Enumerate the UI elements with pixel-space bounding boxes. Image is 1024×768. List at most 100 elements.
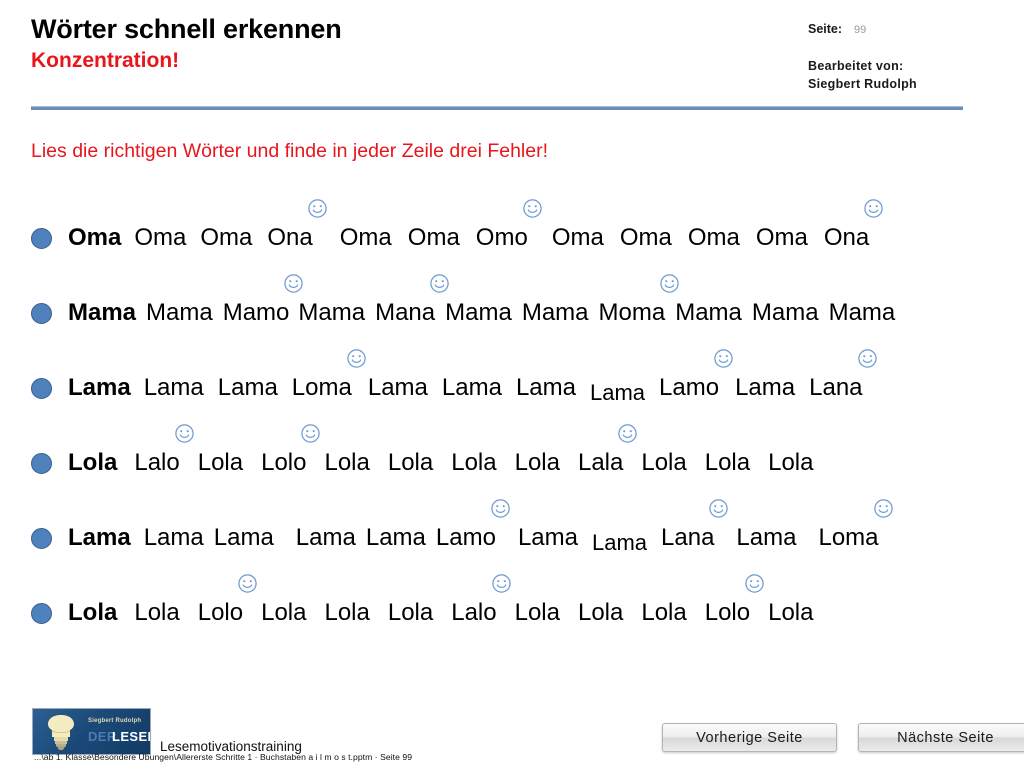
word[interactable]: Lama	[68, 374, 131, 402]
word[interactable]: Oma	[620, 224, 672, 252]
word[interactable]: Mama	[445, 299, 512, 327]
word[interactable]: Mama	[829, 299, 896, 327]
word[interactable]: Lama	[144, 374, 204, 402]
word[interactable]: Lama	[736, 524, 796, 552]
word[interactable]: Lola	[324, 449, 369, 477]
word[interactable]: Lola	[68, 449, 117, 477]
word[interactable]: Lola	[705, 449, 750, 477]
word[interactable]: Lola	[641, 599, 686, 627]
word-error[interactable]: Lolo	[261, 423, 321, 477]
word[interactable]: Lola	[451, 449, 496, 477]
smiley-icon	[873, 498, 893, 518]
word[interactable]: Lola	[134, 599, 179, 627]
smiley-icon	[284, 273, 304, 293]
word-error[interactable]: Lana	[661, 498, 729, 552]
page-number-value: 99	[854, 24, 867, 36]
word-error[interactable]: Lolo	[198, 573, 257, 627]
word-error[interactable]: Lana	[809, 348, 877, 402]
word[interactable]: Lama	[592, 530, 647, 556]
chef-hat-lightbulb-icon	[48, 715, 74, 750]
row-bullet	[31, 228, 52, 249]
word[interactable]: Lama	[590, 380, 645, 406]
editor-block: Bearbeitet von: Siegbert Rudolph	[808, 58, 917, 94]
word[interactable]: Oma	[200, 224, 252, 252]
brand-block: Siegbert Rudolph DER LESEKOCH Lesemotiva…	[32, 708, 302, 755]
word[interactable]: Lola	[198, 449, 243, 477]
word[interactable]: Lola	[388, 599, 433, 627]
row-words: Lama Lama Lama Loma Lama Lama Lama Lama Lamo Lama…	[68, 348, 1024, 405]
word-error[interactable]: Mamo	[223, 273, 304, 327]
page-subtitle: Konzentration!	[31, 48, 180, 72]
word[interactable]: Mama	[675, 299, 742, 327]
header-meta: Seite: 99 Bearbeitet von: Siegbert Rudol…	[808, 22, 917, 94]
exercise-rows: Oma Oma Oma Ona Oma Oma Omo Oma Oma Oma Oma Ona Mama…	[0, 198, 1024, 650]
smiley-icon	[618, 423, 638, 443]
word[interactable]: Lola	[261, 599, 306, 627]
word-error[interactable]: Loma	[292, 348, 366, 402]
smiley-icon	[857, 348, 877, 368]
word[interactable]: Oma	[408, 224, 460, 252]
word[interactable]: Lola	[324, 599, 369, 627]
word-error[interactable]: Lalo	[134, 423, 194, 477]
word[interactable]: Lola	[515, 599, 560, 627]
word[interactable]: Oma	[756, 224, 808, 252]
word[interactable]: Mama	[522, 299, 589, 327]
title-block: Wörter schnell erkennen Konzentration!	[31, 14, 342, 73]
word[interactable]: Lola	[515, 449, 560, 477]
editor-label: Bearbeitet von:	[808, 59, 904, 73]
word-row: Lola Lalo Lola Lolo Lola Lola Lola Lola Lala Lola…	[0, 423, 1024, 500]
word[interactable]: Lama	[518, 524, 578, 552]
word-error[interactable]: Lamo	[659, 348, 733, 402]
word[interactable]: Mama	[68, 299, 136, 327]
word-error[interactable]: Omo	[476, 198, 542, 252]
next-page-button[interactable]: Nächste Seite	[858, 723, 1024, 752]
navigation-buttons: Vorherige Seite Nächste Seite	[662, 723, 1024, 752]
row-words: Lola Lalo Lola Lolo Lola Lola Lola Lola Lala Lola…	[68, 423, 1024, 477]
word-error[interactable]: Lolo	[705, 573, 764, 627]
previous-page-button[interactable]: Vorherige Seite	[662, 723, 837, 752]
word-error[interactable]: Ona	[824, 198, 883, 252]
word[interactable]: Lama	[214, 524, 274, 552]
smiley-icon	[714, 348, 733, 368]
word[interactable]: Lama	[366, 524, 426, 552]
smiley-icon	[523, 198, 542, 218]
smiley-icon	[491, 498, 510, 518]
word-error[interactable]: Loma	[818, 498, 893, 552]
word[interactable]: Lola	[388, 449, 433, 477]
smiley-icon	[175, 423, 194, 443]
row-words: Lama Lama Lama Lama Lama Lamo Lama Lama Lana Lama…	[68, 498, 1024, 555]
smiley-icon	[660, 273, 679, 293]
word-error[interactable]: Lalo	[451, 573, 511, 627]
word[interactable]: Lama	[735, 374, 795, 402]
word[interactable]: Lola	[768, 599, 813, 627]
lesekoch-logo: Siegbert Rudolph DER LESEKOCH	[32, 708, 151, 755]
word[interactable]: Lama	[516, 374, 576, 402]
word-error[interactable]: Ona	[267, 198, 327, 252]
smiley-icon	[491, 573, 511, 593]
word[interactable]: Lama	[442, 374, 502, 402]
word-error[interactable]: Mana	[375, 273, 449, 327]
word[interactable]: Lama	[144, 524, 204, 552]
word-error[interactable]: Lala	[578, 423, 638, 477]
word[interactable]: Oma	[134, 224, 186, 252]
word[interactable]: Mama	[146, 299, 213, 327]
word[interactable]: Oma	[552, 224, 604, 252]
word-error[interactable]: Moma	[599, 273, 679, 327]
word[interactable]: Lama	[296, 524, 356, 552]
word[interactable]: Mama	[298, 299, 365, 327]
word[interactable]: Lama	[68, 524, 131, 552]
word-error[interactable]: Lamo	[436, 498, 510, 552]
word[interactable]: Oma	[68, 224, 121, 252]
word[interactable]: Lola	[68, 599, 117, 627]
word[interactable]: Mama	[752, 299, 819, 327]
row-words: Mama Mama Mamo Mama Mana Mama Mama Moma Mama Mama…	[68, 273, 1024, 327]
word[interactable]: Lola	[768, 449, 813, 477]
word[interactable]: Oma	[340, 224, 392, 252]
word-row: Lola Lola Lolo Lola Lola Lola Lalo Lola Lola Lola…	[0, 573, 1024, 650]
word[interactable]: Lola	[578, 599, 623, 627]
word[interactable]: Lama	[368, 374, 428, 402]
word[interactable]: Lama	[218, 374, 278, 402]
word[interactable]: Oma	[688, 224, 740, 252]
logo-author: Siegbert Rudolph	[88, 718, 142, 724]
word[interactable]: Lola	[641, 449, 686, 477]
